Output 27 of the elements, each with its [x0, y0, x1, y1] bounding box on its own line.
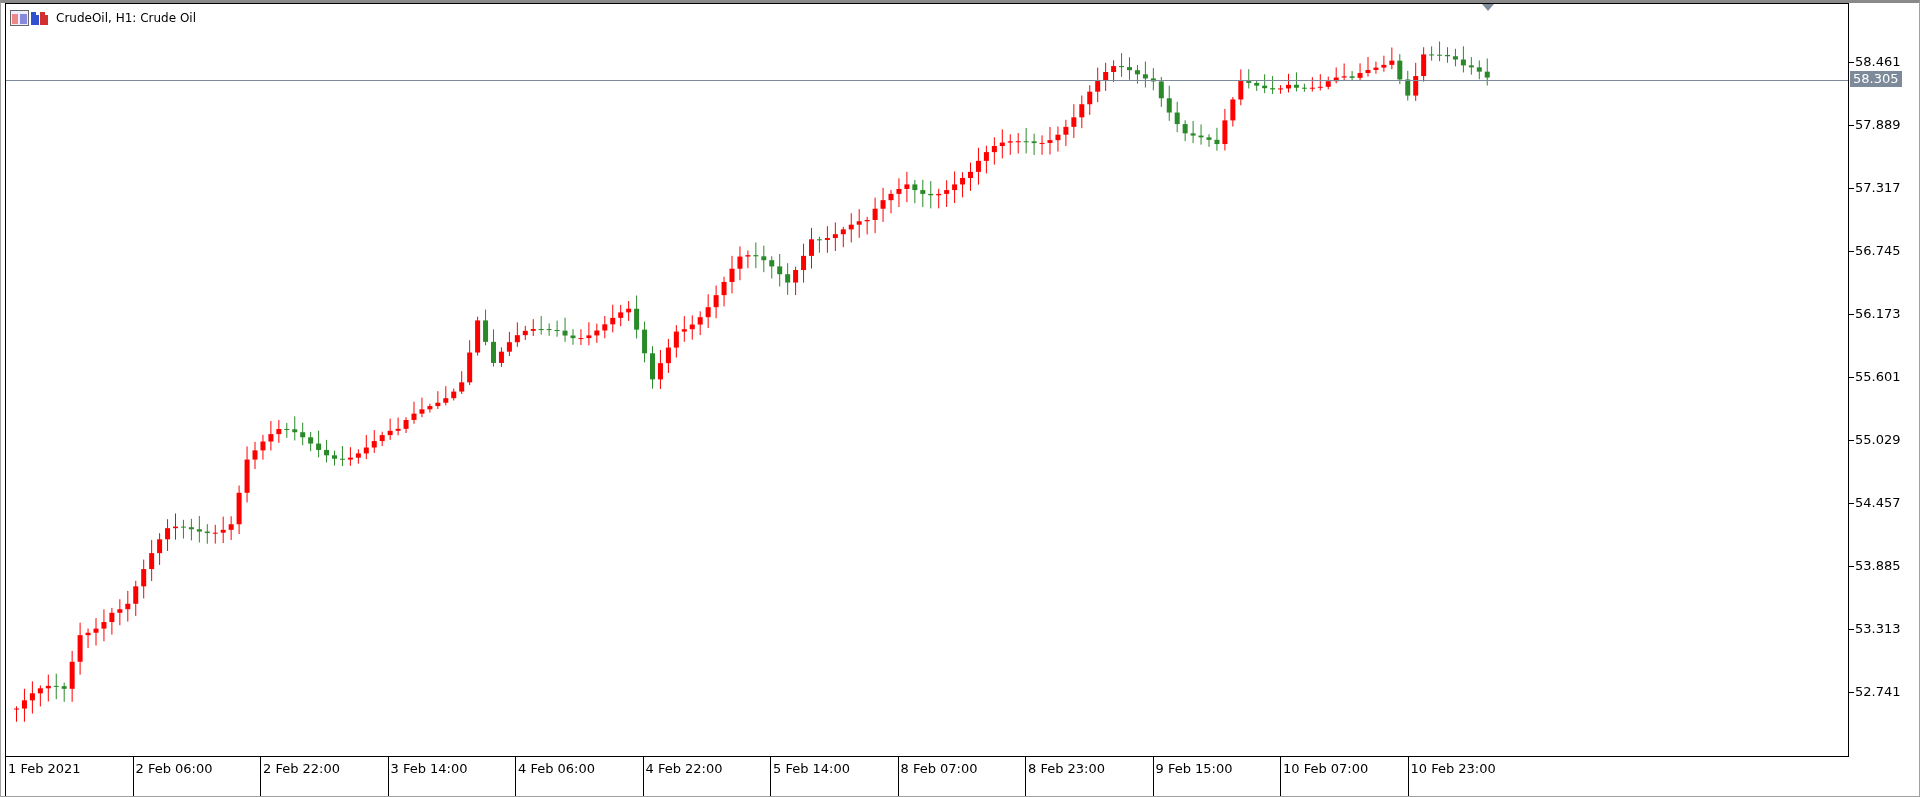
price-label: 56.173: [1849, 306, 1901, 322]
price-label: 52.741: [1849, 684, 1901, 700]
time-label: 3 Feb 14:00: [387, 757, 515, 796]
chart-title: CrudeOil, H1: Crude Oil: [56, 11, 197, 25]
time-label: 10 Feb 07:00: [1280, 757, 1408, 796]
current-price-label: 58.305: [1850, 71, 1902, 88]
price-label: 53.313: [1849, 621, 1901, 637]
time-label: 1 Feb 2021: [5, 757, 133, 796]
price-label: 55.601: [1849, 369, 1901, 385]
chart-window-icon: [10, 9, 50, 27]
price-label: 57.317: [1849, 180, 1901, 196]
price-label: 56.745: [1849, 243, 1901, 259]
price-label: 54.457: [1849, 495, 1901, 511]
price-label: 53.885: [1849, 558, 1901, 574]
time-label: 8 Feb 07:00: [897, 757, 1025, 796]
price-label: 58.461: [1849, 54, 1901, 70]
time-label: 4 Feb 06:00: [515, 757, 643, 796]
price-label: 57.889: [1849, 117, 1901, 133]
time-label: 5 Feb 14:00: [770, 757, 898, 796]
time-label: 8 Feb 23:00: [1025, 757, 1153, 796]
time-label: 9 Feb 15:00: [1152, 757, 1280, 796]
time-label: 4 Feb 22:00: [642, 757, 770, 796]
time-label: 10 Feb 23:00: [1407, 757, 1535, 796]
time-label: 2 Feb 22:00: [260, 757, 388, 796]
price-label: 55.029: [1849, 432, 1901, 448]
time-label: 2 Feb 06:00: [132, 757, 260, 796]
shift-marker-icon: [1482, 4, 1494, 11]
